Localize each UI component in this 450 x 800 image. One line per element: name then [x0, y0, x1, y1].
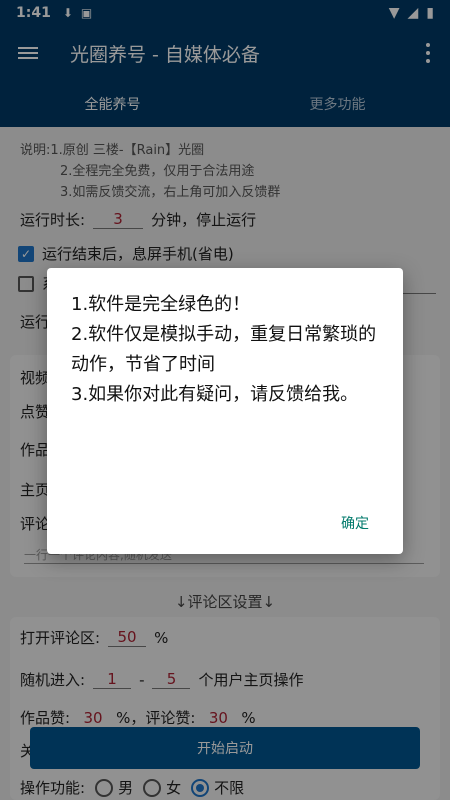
dialog-message: 1.软件是完全绿色的！ 2.软件仅是模拟手动，重复日常繁琐的动作，节省了时间 3… [71, 294, 377, 405]
dialog-ok-button[interactable]: 确定 [341, 513, 369, 533]
info-dialog: 1.软件是完全绿色的！ 2.软件仅是模拟手动，重复日常繁琐的动作，节省了时间 3… [47, 268, 403, 554]
